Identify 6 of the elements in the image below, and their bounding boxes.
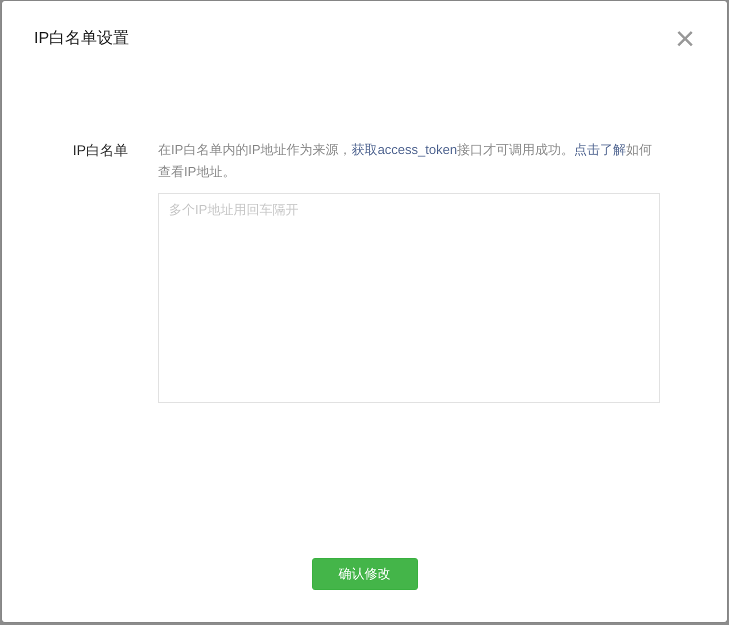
close-button[interactable]: × [671, 25, 699, 53]
help-link[interactable]: 获取access_token [352, 142, 458, 157]
field-label: IP白名单 [72, 141, 128, 160]
dialog-title: IP白名单设置 [34, 29, 130, 49]
field-description: 在IP白名单内的IP地址作为来源，获取access_token接口才可调用成功。点击了解如何查看IP地址。 [158, 141, 654, 181]
help-link[interactable]: 点击了解 [574, 142, 626, 157]
